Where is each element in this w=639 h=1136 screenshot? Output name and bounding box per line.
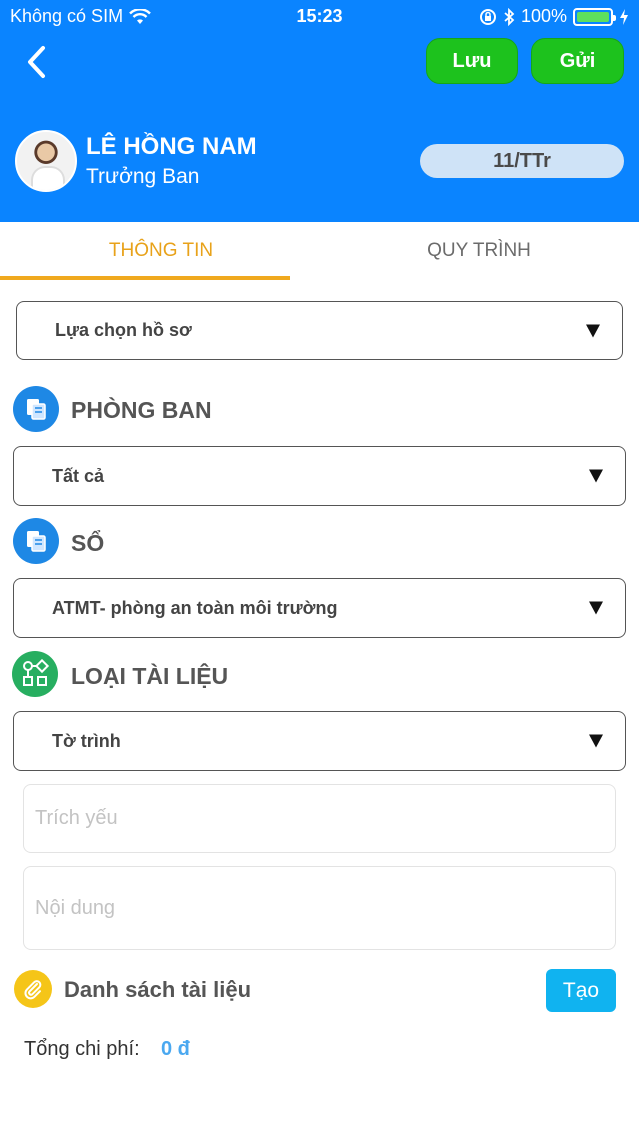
status-right: 100% [479, 6, 629, 27]
chevron-down-icon [589, 601, 603, 615]
tab-process[interactable]: QUY TRÌNH [334, 222, 624, 280]
profile-select-value: Lựa chọn hồ sơ [55, 320, 192, 340]
battery-icon [573, 7, 616, 26]
book-title: SỔ [71, 530, 105, 556]
save-button[interactable]: Lưu [426, 38, 518, 84]
department-select-value: Tất cả [52, 465, 105, 486]
doc-type-select-value: Tờ trình [52, 730, 121, 751]
content-textarea[interactable] [24, 867, 615, 949]
total-cost-value: 0 đ [161, 1038, 190, 1060]
rotation-lock-icon [479, 8, 496, 25]
status-bar: Không có SIM 15:23 100% [0, 0, 639, 34]
charging-icon [620, 8, 628, 25]
battery-tip [613, 14, 616, 21]
bluetooth-icon [504, 7, 515, 26]
tab-info[interactable]: THÔNG TIN [16, 222, 306, 280]
chevron-down-icon [589, 469, 603, 483]
department-title: PHÒNG BAN [71, 397, 212, 423]
document-code-badge: 11/TTr [420, 144, 624, 178]
avatar [15, 130, 77, 192]
department-icon [13, 386, 59, 432]
paperclip-icon [14, 970, 52, 1008]
header: Không có SIM 15:23 100% Lưu Gửi LÊ HỒNG … [0, 0, 639, 222]
create-button[interactable]: Tạo [546, 969, 616, 1012]
battery-percent: 100% [520, 6, 567, 26]
department-select[interactable]: Tất cả [13, 446, 626, 506]
chevron-left-icon [28, 46, 45, 78]
back-button[interactable] [16, 40, 56, 84]
chevron-down-icon [589, 734, 603, 748]
avatar-body [31, 166, 65, 190]
tab-active-indicator [0, 276, 290, 280]
book-select[interactable]: ATMT- phòng an toàn môi trường [13, 578, 626, 638]
profile-select[interactable]: Lựa chọn hồ sơ [16, 301, 623, 360]
doc-type-icon [12, 651, 58, 697]
user-name: LÊ HỒNG NAM [86, 133, 257, 160]
book-select-value: ATMT- phòng an toàn môi trường [52, 597, 338, 618]
user-role: Trưởng Ban [86, 165, 200, 188]
summary-input[interactable] [24, 785, 615, 852]
content-field[interactable] [23, 866, 616, 950]
attachments-title: Danh sách tài liệu [64, 977, 252, 1002]
doc-type-select[interactable]: Tờ trình [13, 711, 626, 771]
chevron-down-icon [586, 324, 600, 337]
doc-type-title: LOẠI TÀI LIỆU [71, 663, 229, 689]
book-icon [13, 518, 59, 564]
summary-field[interactable] [23, 784, 616, 853]
tab-bar: THÔNG TIN QUY TRÌNH [0, 222, 639, 280]
battery-fill [577, 11, 609, 22]
send-button[interactable]: Gửi [531, 38, 624, 84]
total-cost-label: Tổng chi phí: [24, 1038, 140, 1060]
